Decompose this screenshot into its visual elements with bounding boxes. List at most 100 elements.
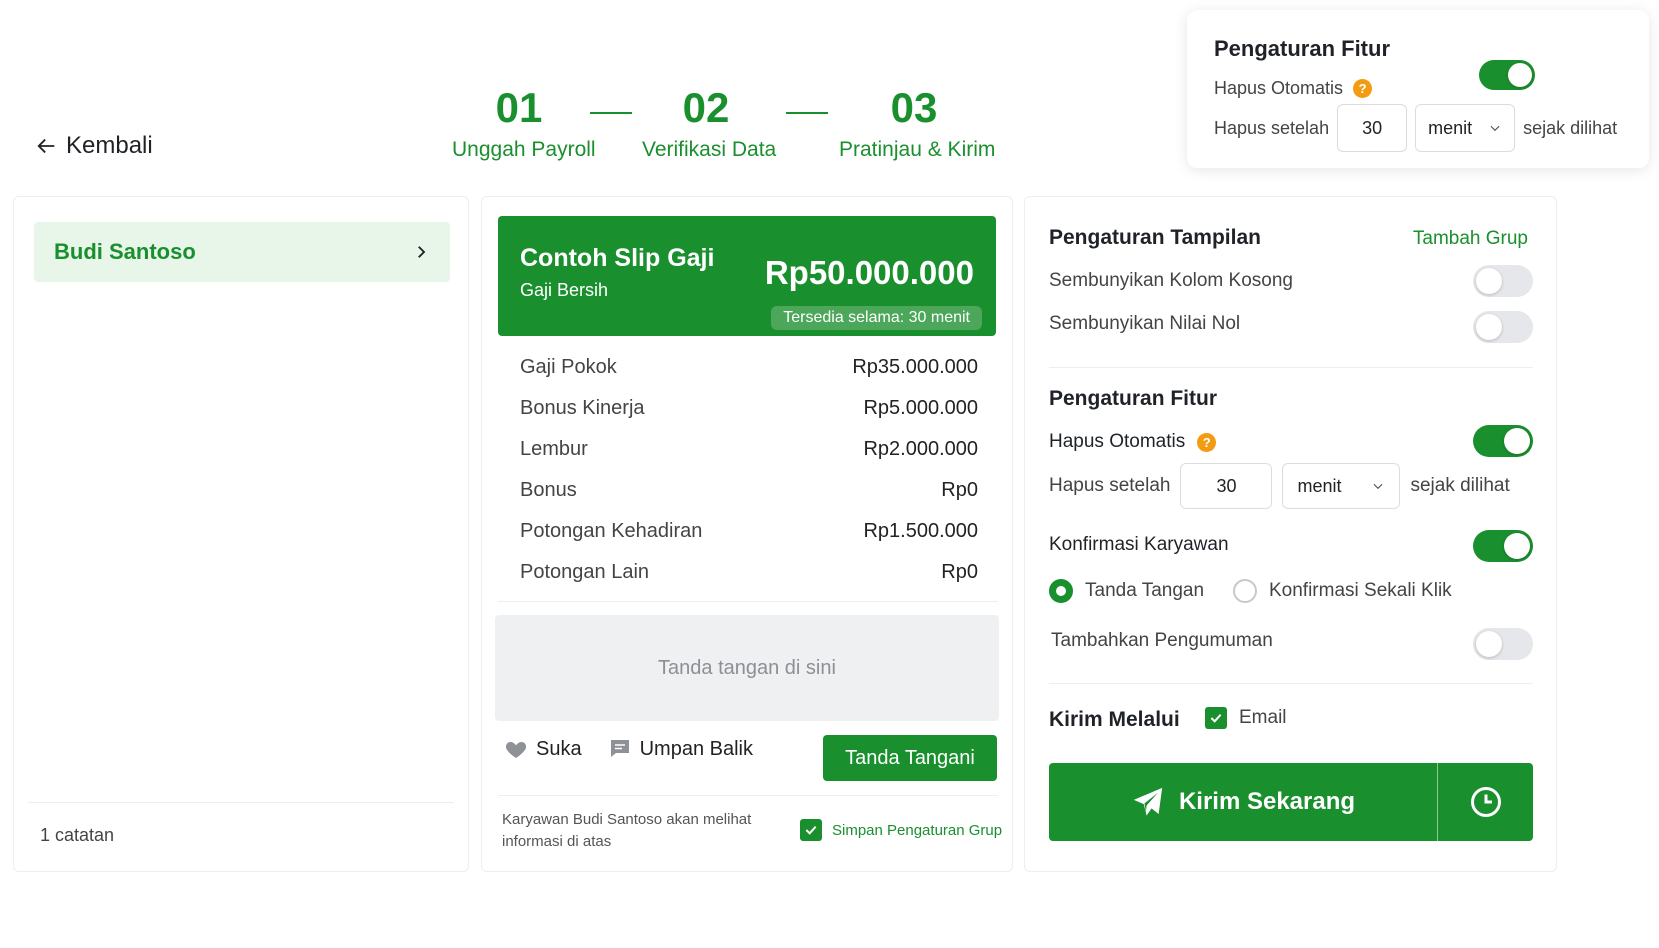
clock-icon xyxy=(1470,787,1501,817)
comment-icon xyxy=(610,740,629,757)
delete-after-row: Hapus setelah 30 menit sejak dilihat xyxy=(1049,463,1510,509)
popup-auto-delete-toggle[interactable] xyxy=(1479,60,1535,90)
row-value: Rp5.000.000 xyxy=(863,397,978,419)
payslip-row: Bonus Kinerja Rp5.000.000 xyxy=(520,388,978,429)
radio-signature[interactable]: Tanda Tangan xyxy=(1049,579,1204,603)
save-group-label: Simpan Pengaturan Grup xyxy=(832,821,1003,839)
divider xyxy=(498,601,998,602)
step-number: 01 xyxy=(495,84,543,131)
row-label: Bonus Kinerja xyxy=(520,397,645,419)
step-number: 02 xyxy=(682,84,730,131)
payslip-row: Potongan Lain Rp0 xyxy=(520,552,978,593)
payslip-row: Gaji Pokok Rp35.000.000 xyxy=(520,347,978,388)
step-label: Verifikasi Data xyxy=(642,138,777,161)
divider xyxy=(498,795,998,796)
delete-after-label: Hapus setelah xyxy=(1049,475,1171,496)
employee-item[interactable]: Budi Santoso xyxy=(34,222,450,282)
step-3: 03 Pratinjau & Kirim xyxy=(839,84,996,162)
sign-button[interactable]: Tanda Tangani xyxy=(823,735,997,781)
row-label: Lembur xyxy=(520,438,588,460)
like-button[interactable]: Suka xyxy=(504,737,582,761)
popup-title: Pengaturan Fitur xyxy=(1214,36,1391,61)
availability-badge: Tersedia selama: 30 menit xyxy=(771,306,982,330)
unit-select[interactable]: menit xyxy=(1282,463,1401,509)
feedback-actions: Suka Umpan Balik xyxy=(504,737,753,761)
net-salary-amount: Rp50.000.000 xyxy=(764,254,974,291)
schedule-send-button[interactable] xyxy=(1437,763,1533,841)
radio-signature-label: Tanda Tangan xyxy=(1085,580,1205,601)
radio-one-click-label: Konfirmasi Sekali Klik xyxy=(1269,580,1452,601)
feature-settings-title: Pengaturan Fitur xyxy=(1049,387,1218,410)
employee-confirmation-toggle[interactable] xyxy=(1473,530,1533,562)
row-value: Rp0 xyxy=(941,479,978,501)
row-value: Rp0 xyxy=(941,561,978,583)
settings-panel: Pengaturan Tampilan Tambah Grup Sembunyi… xyxy=(1024,196,1557,872)
payslip-preview-panel: Contoh Slip Gaji Gaji Bersih Rp50.000.00… xyxy=(481,196,1013,872)
row-label: Gaji Pokok xyxy=(520,356,617,378)
payslip-row: Bonus Rp0 xyxy=(520,470,978,511)
chevron-down-icon xyxy=(1373,483,1383,490)
send-via-title: Kirim Melalui xyxy=(1049,708,1180,731)
divider xyxy=(1049,367,1533,368)
payslip-header: Contoh Slip Gaji Gaji Bersih Rp50.000.00… xyxy=(498,216,996,336)
since-seen-label: sejak dilihat xyxy=(1523,117,1618,138)
announcement-toggle[interactable] xyxy=(1473,628,1533,660)
hide-empty-cols-toggle[interactable] xyxy=(1473,265,1533,297)
save-group-settings-checkbox[interactable]: Simpan Pengaturan Grup xyxy=(800,819,1002,841)
send-now-button[interactable]: Kirim Sekarang xyxy=(1049,763,1437,841)
row-value: Rp1.500.000 xyxy=(863,520,978,542)
feedback-button[interactable]: Umpan Balik xyxy=(608,737,753,761)
employee-list-panel: Budi Santoso 1 catatan xyxy=(13,196,469,872)
popup-delete-after-row: Hapus setelah 30 menit sejak dilihat xyxy=(1214,104,1617,152)
email-checkbox[interactable]: Email xyxy=(1205,707,1287,729)
auto-delete-label: Hapus Otomatis xyxy=(1049,431,1186,452)
row-label: Potongan Kehadiran xyxy=(520,520,703,542)
unit-value: menit xyxy=(1428,117,1473,138)
preview-note: Karyawan Budi Santoso akan melihat infor… xyxy=(502,811,752,850)
step-connector xyxy=(786,112,828,114)
hide-empty-cols-label: Sembunyikan Kolom Kosong xyxy=(1049,270,1293,291)
payslip-title: Contoh Slip Gaji xyxy=(520,244,715,272)
checkbox xyxy=(1205,707,1227,729)
announcement-label: Tambahkan Pengumuman xyxy=(1051,630,1273,651)
send-now-label: Kirim Sekarang xyxy=(1178,788,1356,815)
unit-value: menit xyxy=(1297,475,1342,496)
check-icon xyxy=(805,825,817,835)
send-now-button-group: Kirim Sekarang xyxy=(1049,763,1533,841)
step-label: Pratinjau & Kirim xyxy=(839,138,996,161)
signature-pad[interactable]: Tanda tangan di sini xyxy=(495,615,999,721)
payslip-row: Lembur Rp2.000.000 xyxy=(520,429,978,470)
unit-select[interactable]: menit xyxy=(1415,104,1516,152)
step-number: 03 xyxy=(890,84,938,131)
feedback-label: Umpan Balik xyxy=(639,737,753,760)
delete-after-input[interactable]: 30 xyxy=(1337,104,1408,152)
auto-delete-toggle[interactable] xyxy=(1473,425,1533,457)
row-label: Bonus xyxy=(520,479,577,501)
help-icon[interactable]: ? xyxy=(1197,432,1217,452)
heart-icon xyxy=(505,742,527,758)
radio-dot xyxy=(1233,579,1257,603)
payslip-row: Potongan Kehadiran Rp1.500.000 xyxy=(520,511,978,552)
payslip-rows: Gaji Pokok Rp35.000.000 Bonus Kinerja Rp5.… xyxy=(520,347,978,593)
radio-one-click[interactable]: Konfirmasi Sekali Klik xyxy=(1233,579,1452,603)
help-icon[interactable]: ? xyxy=(1353,79,1373,98)
display-settings-title: Pengaturan Tampilan xyxy=(1049,226,1261,249)
chevron-right-icon xyxy=(418,246,426,258)
hide-zero-label: Sembunyikan Nilai Nol xyxy=(1049,313,1241,334)
step-1: 01 Unggah Payroll xyxy=(452,84,596,162)
checkbox xyxy=(800,819,822,841)
step-connector xyxy=(590,112,632,114)
feature-settings-popup: Pengaturan Fitur Hapus Otomatis ? Hapus … xyxy=(1187,10,1649,168)
hide-zero-toggle[interactable] xyxy=(1473,311,1533,343)
add-group-link[interactable]: Tambah Grup xyxy=(1413,228,1528,250)
row-value: Rp35.000.000 xyxy=(852,356,978,378)
divider xyxy=(1049,683,1533,684)
row-value: Rp2.000.000 xyxy=(863,438,978,460)
employee-name: Budi Santoso xyxy=(54,239,196,264)
employee-confirmation-label: Konfirmasi Karyawan xyxy=(1049,534,1229,555)
check-icon xyxy=(1210,713,1222,723)
divider xyxy=(28,802,454,803)
auto-delete-row: Hapus Otomatis ? xyxy=(1049,431,1217,453)
record-count: 1 catatan xyxy=(40,825,115,845)
delete-after-input[interactable]: 30 xyxy=(1180,463,1273,509)
